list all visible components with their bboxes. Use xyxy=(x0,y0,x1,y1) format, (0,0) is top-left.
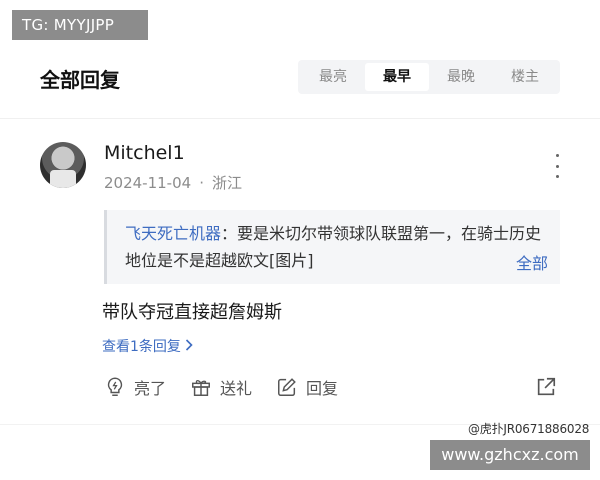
reply-label: 回复 xyxy=(306,379,339,398)
comment-date: 2024-11-04 xyxy=(104,174,192,192)
like-label: 亮了 xyxy=(134,379,167,398)
comment-meta: 2024-11-04 · 浙江 xyxy=(104,172,242,193)
comment-actions: 亮了 送礼 回复 xyxy=(104,374,362,400)
view-replies-label: 查看1条回复 xyxy=(102,339,181,355)
share-icon xyxy=(537,377,556,396)
gift-icon xyxy=(192,380,210,396)
comment-location: 浙江 xyxy=(211,174,242,192)
view-replies-link[interactable]: 查看1条回复 xyxy=(102,336,193,356)
sort-tabs: 最亮 最早 最晚 楼主 xyxy=(298,60,560,94)
avatar[interactable] xyxy=(40,142,86,188)
divider xyxy=(0,118,600,119)
username[interactable]: Mitchel1 xyxy=(104,142,185,164)
watermark-hupu: @虎扑JR0671886028 xyxy=(468,422,590,436)
meta-separator: · xyxy=(199,174,204,192)
share-button[interactable] xyxy=(535,376,557,398)
avatar-jersey xyxy=(50,170,76,188)
tab-earliest[interactable]: 最早 xyxy=(365,63,429,91)
more-options-icon[interactable] xyxy=(550,154,564,178)
tab-op-only[interactable]: 楼主 xyxy=(493,63,557,91)
tab-latest[interactable]: 最晚 xyxy=(429,63,493,91)
quote-expand-button[interactable]: 全部 xyxy=(516,253,548,275)
reply-button[interactable]: 回复 xyxy=(276,375,338,399)
gift-button[interactable]: 送礼 xyxy=(190,375,252,399)
lightbulb-icon xyxy=(107,377,123,396)
gift-label: 送礼 xyxy=(220,379,253,398)
quoted-comment[interactable]: 飞天死亡机器：要是米切尔带领球队联盟第一，在骑士历史地位是不是超越欧文[图片] … xyxy=(104,210,560,284)
chevron-right-icon xyxy=(185,339,193,355)
quote-author[interactable]: 飞天死亡机器 xyxy=(125,224,221,243)
watermark-top: TG: MYYJJPP xyxy=(12,10,148,40)
like-button[interactable]: 亮了 xyxy=(104,375,166,399)
watermark-bottom: www.gzhcxz.com xyxy=(430,440,590,470)
section-title: 全部回复 xyxy=(40,68,120,92)
edit-icon xyxy=(278,378,296,396)
comment-body: 带队夺冠直接超詹姆斯 xyxy=(102,302,282,323)
tab-brightest[interactable]: 最亮 xyxy=(301,63,365,91)
